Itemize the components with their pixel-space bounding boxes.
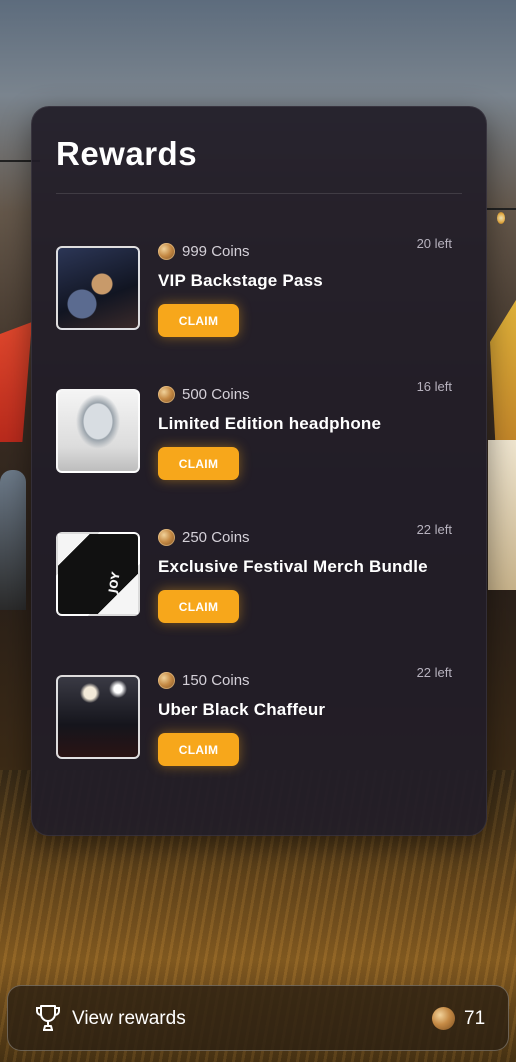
reward-stock: 22 left [416,522,452,537]
background-person [0,470,26,610]
coin-balance: 71 [464,1008,486,1029]
background-flag [0,322,32,442]
reward-image-headphone [56,389,140,473]
reward-name: Limited Edition headphone [158,414,382,433]
reward-stock: 20 left [416,236,452,251]
background-tent [488,440,516,590]
reward-coins: 250 Coins [182,529,250,546]
view-rewards-label[interactable]: View rewards [72,1008,186,1030]
reward-stock: 22 left [416,665,452,680]
claim-button[interactable]: CLAIM [158,304,239,337]
claim-button[interactable]: CLAIM [158,447,239,480]
merch-image-text: JOY [106,571,123,594]
reward-coins: 150 Coins [182,672,250,689]
coin-icon [158,529,175,546]
background-flag [490,300,516,440]
coin-icon [158,243,175,260]
reward-item: JOY 250 Coins 22 left Exclusive Festival… [56,522,462,642]
reward-name: Exclusive Festival Merch Bundle [158,557,428,576]
reward-image-merch: JOY [56,532,140,616]
reward-name: VIP Backstage Pass [158,271,323,290]
reward-coins: 500 Coins [182,386,250,403]
rewards-panel: Rewards 999 Coins 20 left VIP Backstage … [31,106,487,836]
divider [56,193,462,194]
panel-title: Rewards [56,135,198,172]
reward-item: 999 Coins 20 left VIP Backstage Pass CLA… [56,236,462,356]
claim-button[interactable]: CLAIM [158,590,239,623]
reward-image-backstage [56,246,140,330]
background-light-wire [486,208,516,210]
reward-coins: 999 Coins [182,243,250,260]
reward-image-chauffeur [56,675,140,759]
reward-name: Uber Black Chaffeur [158,700,326,719]
view-rewards-bar[interactable]: View rewards 71 [7,985,509,1051]
coin-icon [158,386,175,403]
claim-button[interactable]: CLAIM [158,733,239,766]
reward-item: 150 Coins 22 left Uber Black Chaffeur CL… [56,665,462,785]
coin-icon [158,672,175,689]
reward-stock: 16 left [416,379,452,394]
trophy-icon [36,1005,60,1031]
coin-icon [432,1007,455,1030]
reward-item: 500 Coins 16 left Limited Edition headph… [56,379,462,499]
background-bulb [497,212,505,224]
